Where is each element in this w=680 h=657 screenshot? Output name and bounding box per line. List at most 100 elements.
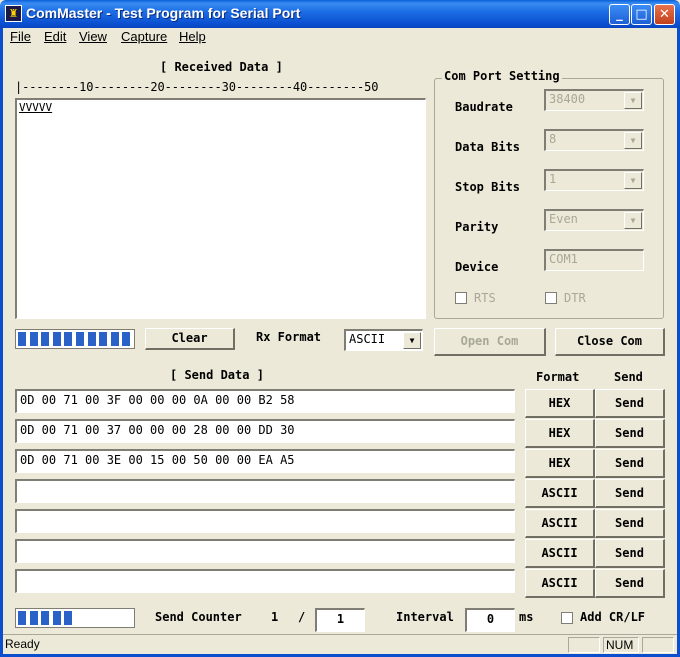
com-port-setting-group (434, 78, 664, 319)
send-data-value: 0D 00 71 00 3F 00 00 00 0A 00 00 B2 58 (20, 393, 295, 407)
parity-select[interactable]: Even ▼ (544, 209, 644, 231)
send-counter-total: 1 (336, 612, 345, 626)
progress-block (41, 332, 50, 346)
chevron-down-icon[interactable]: ▼ (624, 92, 642, 109)
interval-field[interactable]: 0 (465, 608, 515, 632)
format-toggle-button[interactable]: ASCII (525, 479, 595, 508)
send-data-field[interactable] (15, 509, 515, 533)
baudrate-select[interactable]: 38400 ▼ (544, 89, 644, 111)
send-data-field[interactable] (15, 479, 515, 503)
send-data-value (17, 481, 514, 485)
send-data-value (17, 511, 514, 515)
status-text: Ready (5, 637, 40, 651)
send-button[interactable]: Send (595, 509, 665, 538)
add-crlf-checkbox[interactable] (561, 612, 573, 624)
menu-help[interactable]: Help (179, 29, 206, 44)
format-toggle-button[interactable]: ASCII (525, 539, 595, 568)
progress-block (29, 611, 38, 625)
progress-block (18, 332, 26, 346)
menu-edit[interactable]: Edit (44, 29, 66, 44)
progress-block (87, 332, 96, 346)
progress-block (52, 332, 61, 346)
open-com-button[interactable]: Open Com (434, 328, 546, 356)
device-value: COM1 (549, 252, 578, 266)
send-button[interactable]: Send (595, 479, 665, 508)
window-title: ComMaster - Test Program for Serial Port (26, 5, 301, 21)
receive-progress-bar (15, 329, 135, 349)
format-toggle-button[interactable]: HEX (525, 449, 595, 478)
progress-block (99, 332, 108, 346)
chevron-down-icon[interactable]: ▼ (624, 132, 642, 149)
send-button[interactable]: Send (595, 419, 665, 448)
send-progress-bar (15, 608, 135, 628)
progress-block (18, 611, 26, 625)
progress-block (64, 611, 73, 625)
rx-format-label: Rx Format (256, 330, 322, 344)
send-button[interactable]: Send (595, 449, 665, 478)
maximize-icon[interactable]: □ (631, 4, 652, 25)
app-icon[interactable]: ♜ (5, 5, 22, 22)
progress-block (122, 332, 131, 346)
progress-block (76, 332, 84, 346)
send-counter-label: Send Counter (155, 610, 242, 624)
format-toggle-button[interactable]: HEX (525, 389, 595, 418)
received-data-area[interactable]: VVVVV (15, 98, 426, 319)
format-toggle-button[interactable]: ASCII (525, 509, 595, 538)
interval-label: Interval (396, 610, 454, 624)
status-pane-caps (568, 637, 600, 653)
interval-unit: ms (519, 610, 534, 624)
databits-label: Data Bits (455, 140, 521, 154)
dtr-label: DTR (564, 291, 586, 305)
clear-button[interactable]: Clear (145, 328, 235, 350)
format-column-header: Format (536, 370, 580, 384)
send-data-value: 0D 00 71 00 3E 00 15 00 50 00 00 EA A5 (20, 453, 295, 467)
send-counter-current: 1 (271, 610, 279, 624)
interval-value: 0 (486, 612, 495, 626)
chevron-down-icon[interactable]: ▼ (624, 212, 642, 229)
status-pane-scroll (642, 637, 674, 653)
send-data-field[interactable]: 0D 00 71 00 3E 00 15 00 50 00 00 EA A5 (15, 449, 515, 473)
progress-block (64, 332, 73, 346)
send-data-header: [ Send Data ] (170, 368, 264, 382)
send-data-field[interactable] (15, 539, 515, 563)
add-crlf-label: Add CR/LF (580, 610, 646, 624)
send-counter-total-field[interactable]: 1 (315, 608, 365, 632)
send-button[interactable]: Send (595, 569, 665, 598)
parity-label: Parity (455, 220, 499, 234)
device-field[interactable]: COM1 (544, 249, 644, 271)
progress-block (29, 332, 38, 346)
send-data-value (17, 541, 514, 545)
send-data-field[interactable]: 0D 00 71 00 37 00 00 00 28 00 00 DD 30 (15, 419, 515, 443)
received-data-text: VVVVV (19, 101, 53, 114)
databits-select[interactable]: 8 ▼ (544, 129, 644, 151)
send-data-field[interactable]: 0D 00 71 00 3F 00 00 00 0A 00 00 B2 58 (15, 389, 515, 413)
send-data-field[interactable] (15, 569, 515, 593)
send-data-value (17, 571, 514, 575)
menu-bar: File Edit View Capture Help (3, 28, 677, 48)
chevron-down-icon[interactable]: ▼ (403, 332, 421, 349)
menu-view[interactable]: View (79, 29, 107, 44)
menu-capture[interactable]: Capture (121, 29, 167, 44)
rx-format-select[interactable]: ASCII ▼ (344, 329, 423, 351)
status-num: NUM (603, 637, 639, 653)
stopbits-select[interactable]: 1 ▼ (544, 169, 644, 191)
device-label: Device (455, 260, 499, 274)
format-toggle-button[interactable]: ASCII (525, 569, 595, 598)
window-border-left (0, 28, 3, 657)
send-column-header: Send (614, 370, 643, 384)
progress-block (52, 611, 61, 625)
send-button[interactable]: Send (595, 539, 665, 568)
menu-file[interactable]: File (10, 29, 31, 44)
format-toggle-button[interactable]: HEX (525, 419, 595, 448)
stopbits-label: Stop Bits (455, 180, 521, 194)
minimize-icon[interactable]: _ (609, 4, 630, 25)
progress-block (41, 611, 50, 625)
dtr-checkbox[interactable] (545, 292, 557, 304)
rts-checkbox[interactable] (455, 292, 467, 304)
chevron-down-icon[interactable]: ▼ (624, 172, 642, 189)
close-icon[interactable]: ✕ (654, 4, 675, 25)
send-data-value: 0D 00 71 00 37 00 00 00 28 00 00 DD 30 (20, 423, 295, 437)
send-button[interactable]: Send (595, 389, 665, 418)
column-ruler: |--------10--------20--------30--------4… (15, 80, 379, 94)
close-com-button[interactable]: Close Com (555, 328, 665, 356)
